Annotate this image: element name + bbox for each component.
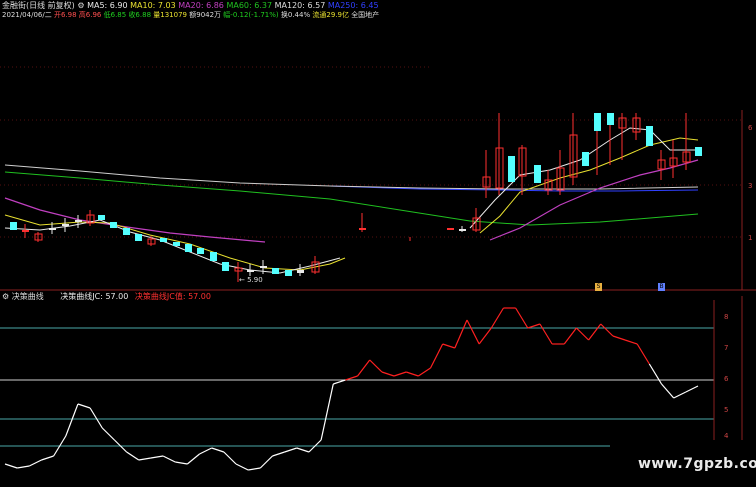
- decision-curve-segment: [17, 465, 30, 469]
- decision-curve-segment: [4, 463, 18, 469]
- low-price-marker: ← 5.90: [239, 276, 263, 284]
- decision-curve-segment: [162, 455, 176, 463]
- ind-axis-6: 6: [724, 375, 729, 383]
- decision-curve-segment: [138, 457, 151, 461]
- price-axis-low: 1: [748, 234, 753, 242]
- decision-curve-segment: [101, 427, 115, 441]
- decision-curve-segment: [223, 451, 237, 465]
- decision-curve-segment: [345, 375, 358, 381]
- decision-curve-segment: [685, 385, 699, 393]
- decision-curve-segment: [406, 371, 419, 377]
- decision-curve-segment: [333, 379, 346, 385]
- decision-curve-segment: [429, 343, 444, 369]
- decision-curve-segment: [126, 451, 140, 461]
- decision-curve-segment: [478, 327, 492, 345]
- decision-curve-segment: [600, 323, 614, 337]
- decision-curve-segment: [150, 455, 164, 459]
- decision-curve-segment: [563, 327, 577, 345]
- price-axis-mid: 3: [748, 182, 753, 190]
- ind-axis-4: 4: [724, 432, 729, 440]
- decision-curve-segment: [393, 371, 407, 377]
- decision-curve-segment: [296, 447, 310, 453]
- decision-curve-segment: [175, 461, 188, 465]
- decision-curve-segment: [235, 463, 249, 471]
- decision-curve-segment: [661, 383, 675, 399]
- ma5-line: [4, 219, 341, 274]
- decision-curve-segment: [248, 467, 261, 471]
- decision-curve-segment: [199, 447, 212, 455]
- decision-curve-segment: [539, 323, 553, 345]
- indicator-header: ⚙ 决策曲线 决策曲线JC: 57.00 决策曲线JC值: 57.00: [2, 292, 211, 301]
- decision-curve-segment: [357, 359, 371, 377]
- decision-curve-segment: [490, 307, 504, 329]
- event-badge-right[interactable]: B: [658, 283, 665, 291]
- decision-curve-segment: [89, 407, 103, 429]
- decision-curve-segment: [320, 383, 334, 441]
- ind-axis-7: 7: [724, 344, 729, 352]
- ma20-line-right: [489, 159, 699, 241]
- decision-curve-segment: [575, 327, 590, 341]
- decision-curve-segment: [515, 307, 529, 329]
- decision-curve-segment: [454, 319, 468, 349]
- decision-curve-segment: [29, 459, 42, 467]
- ind-axis-8: 8: [724, 313, 729, 321]
- decision-curve-segment: [624, 339, 638, 345]
- decision-curve-segment: [211, 447, 225, 453]
- watermark: www.7gpzb.com: [638, 456, 756, 472]
- ma60-line: [4, 171, 699, 226]
- decision-curve-segment: [612, 335, 626, 341]
- decision-curve-segment: [588, 323, 602, 341]
- decision-curve-segment: [186, 453, 200, 465]
- decision-curve-segment: [381, 371, 395, 377]
- decision-curve-segment: [272, 451, 285, 457]
- decision-curve-segment: [65, 403, 79, 437]
- indicator-value-2: 决策曲线JC值: 57.00: [134, 292, 211, 301]
- decision-curve-segment: [648, 363, 663, 385]
- indicator-value-1: 决策曲线JC: 57.00: [60, 292, 129, 301]
- decision-curve-segment: [284, 447, 297, 453]
- ind-axis-5: 5: [724, 406, 729, 414]
- decision-curve-segment: [466, 319, 480, 345]
- decision-curve-segment: [259, 455, 273, 469]
- decision-curve-segment: [527, 323, 541, 329]
- decision-curve-segment: [442, 343, 456, 349]
- event-badge-left[interactable]: S: [595, 283, 602, 291]
- decision-curve-segment: [673, 391, 687, 399]
- price-axis-high: 6: [748, 124, 753, 132]
- decision-curve-segment: [369, 359, 383, 373]
- decision-curve-segment: [41, 455, 54, 461]
- decision-curve-segment: [77, 403, 91, 409]
- indicator-name[interactable]: 决策曲线: [12, 292, 44, 301]
- indicator-settings-icon[interactable]: ⚙: [2, 292, 9, 301]
- kline-chart[interactable]: [0, 0, 756, 487]
- candles-left: [10, 210, 320, 282]
- decision-curve-segment: [636, 343, 650, 365]
- decision-curve-segment: [418, 367, 431, 377]
- ma5-line-right: [469, 127, 698, 229]
